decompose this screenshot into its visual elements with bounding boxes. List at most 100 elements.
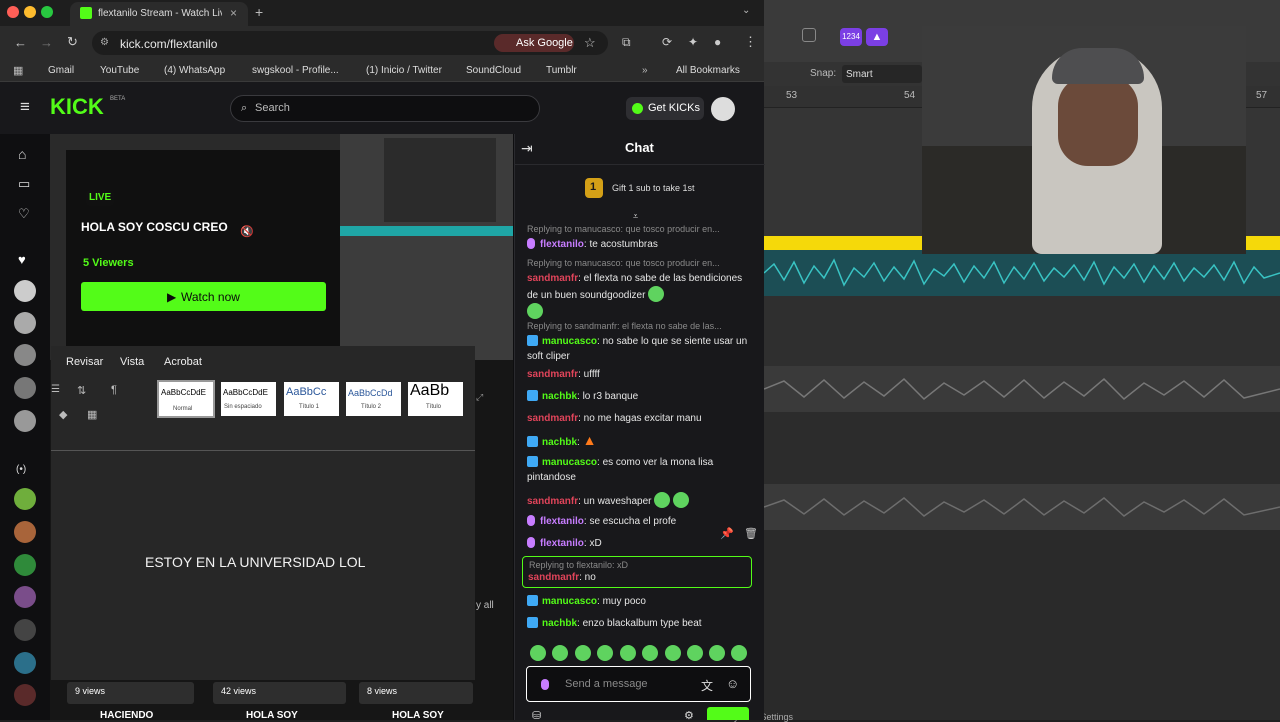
- chat-username[interactable]: flextanilo: [540, 538, 584, 549]
- gift-icon[interactable]: ⛁: [532, 709, 541, 722]
- style-normal[interactable]: AaBbCcDdE Normal: [157, 380, 215, 418]
- search-input[interactable]: ⌕ Search: [230, 95, 540, 122]
- pilcrow-icon[interactable]: ¶: [111, 384, 117, 396]
- chat-username[interactable]: sandmanfr: [528, 572, 579, 583]
- muted-speaker-icon[interactable]: 🔇: [240, 225, 254, 238]
- all-bookmarks[interactable]: All Bookmarks: [676, 65, 740, 76]
- video-thumb-1[interactable]: 9 views: [67, 682, 194, 704]
- live-channel-avatar-5[interactable]: [14, 619, 36, 641]
- menu-dots-icon[interactable]: ⋮: [744, 34, 757, 50]
- snap-select[interactable]: Smart: [842, 65, 922, 83]
- chat-message[interactable]: flextanilo: se escucha el profe: [527, 514, 752, 529]
- close-window-button[interactable]: [7, 6, 19, 18]
- fill-color-icon[interactable]: ◆: [59, 408, 67, 421]
- bookmark-tumblr[interactable]: Tumblr: [546, 65, 577, 76]
- user-avatar[interactable]: [711, 97, 735, 121]
- emote-8-icon[interactable]: [687, 645, 703, 661]
- live-channel-avatar-4[interactable]: [14, 586, 36, 608]
- live-channel-avatar-3[interactable]: [14, 554, 36, 576]
- star-icon[interactable]: ☆: [584, 35, 596, 51]
- chat-username[interactable]: sandmanfr: [527, 273, 578, 284]
- back-icon[interactable]: ←: [14, 35, 27, 50]
- chat-username[interactable]: sandmanfr: [527, 413, 578, 424]
- chat-username[interactable]: sandmanfr: [527, 496, 578, 507]
- followed-channel-avatar-1[interactable]: [14, 280, 36, 302]
- emote-4-icon[interactable]: [597, 645, 613, 661]
- chat-message[interactable]: sandmanfr: uffff: [527, 367, 752, 382]
- apps-grid-icon[interactable]: ▦: [13, 64, 23, 77]
- chat-message[interactable]: Replying to manucasco: que tosco produci…: [527, 222, 752, 252]
- kick-logo[interactable]: KICK: [50, 94, 104, 120]
- live-channel-avatar-1[interactable]: [14, 488, 36, 510]
- chat-message[interactable]: nachbk: enzo blackalbum type beat: [527, 616, 752, 631]
- chat-send-button[interactable]: [707, 707, 749, 720]
- view-all-link[interactable]: y all: [476, 600, 494, 611]
- chat-username[interactable]: sandmanfr: [527, 369, 578, 380]
- gift-sub-text[interactable]: Gift 1 sub to take 1st: [612, 183, 695, 193]
- chat-message[interactable]: manucasco: es como ver la mona lisa pint…: [527, 455, 752, 485]
- track-lane-2[interactable]: [764, 296, 1280, 366]
- audio-region-gray-1[interactable]: [763, 366, 1280, 412]
- bookmark-twitter[interactable]: (1) Inicio / Twitter: [366, 65, 442, 76]
- browse-icon[interactable]: ▭: [18, 176, 30, 192]
- bookmark-soundcloud[interactable]: SoundCloud: [466, 65, 521, 76]
- settings-gear-icon[interactable]: ⚙: [684, 709, 694, 722]
- thumb-title[interactable]: HOLA SOY: [392, 710, 444, 721]
- followed-channel-avatar-5[interactable]: [14, 410, 36, 432]
- pinned-arrow-icon[interactable]: ⩡: [633, 211, 638, 222]
- followed-channel-avatar-2[interactable]: [14, 312, 36, 334]
- chat-message[interactable]: Replying to manucasco: que tosco produci…: [527, 256, 752, 320]
- chat-message[interactable]: manucasco: muy poco: [527, 594, 752, 609]
- followed-channel-avatar-3[interactable]: [14, 344, 36, 366]
- ask-google-button[interactable]: Ask Google: [494, 34, 574, 52]
- emote-9-icon[interactable]: [709, 645, 725, 661]
- chevron-down-icon[interactable]: ⌄: [742, 5, 750, 16]
- tab-kick[interactable]: flextanilo Stream - Watch Live ×: [70, 2, 248, 26]
- chat-username[interactable]: manucasco: [542, 336, 597, 347]
- chat-message[interactable]: Replying to sandmanfr: el flexta no sabe…: [527, 319, 752, 364]
- chat-input[interactable]: Send a message 文 ☺: [526, 666, 751, 702]
- translate-icon[interactable]: 文: [701, 677, 713, 694]
- bookmark-whatsapp[interactable]: (4) WhatsApp: [164, 65, 225, 76]
- video-thumb-3[interactable]: 8 views: [359, 682, 473, 704]
- bookmark-gmail[interactable]: Gmail: [48, 65, 74, 76]
- track-lane-4[interactable]: [764, 530, 1280, 720]
- forward-icon[interactable]: →: [40, 35, 53, 50]
- emoji-icon[interactable]: ☺: [726, 676, 739, 691]
- borders-icon[interactable]: ▦: [87, 408, 97, 421]
- live-channel-avatar-6[interactable]: [14, 652, 36, 674]
- list-icon[interactable]: ☰: [51, 384, 60, 395]
- following-icon[interactable]: ♡: [18, 206, 30, 222]
- chat-message[interactable]: sandmanfr: no me hagas excitar manu: [527, 411, 752, 426]
- reply-highlight-box[interactable]: Replying to flextanilo: xD sandmanfr: no: [522, 556, 752, 588]
- more-bookmarks-icon[interactable]: »: [642, 65, 648, 76]
- chat-username[interactable]: manucasco: [542, 457, 597, 468]
- chat-username[interactable]: flextanilo: [540, 516, 584, 527]
- sort-icon[interactable]: ⇅: [77, 384, 86, 397]
- document-text[interactable]: ESTOY EN LA UNIVERSIDAD LOL: [145, 554, 365, 570]
- word-tab-revisar[interactable]: Revisar: [66, 356, 103, 368]
- trash-icon[interactable]: 🗑: [744, 527, 758, 540]
- chat-username[interactable]: nachbk: [542, 437, 577, 448]
- address-bar[interactable]: ⚙ kick.com/flextanilo Ask Google ☆: [92, 31, 608, 55]
- chat-username[interactable]: nachbk: [542, 618, 577, 629]
- profile-icon[interactable]: ●: [714, 35, 721, 49]
- word-tab-acrobat[interactable]: Acrobat: [164, 356, 202, 368]
- chat-username[interactable]: flextanilo: [540, 239, 584, 250]
- maximize-window-button[interactable]: [41, 6, 53, 18]
- video-thumb-2[interactable]: 42 views: [213, 682, 346, 704]
- emote-10-icon[interactable]: [731, 645, 747, 661]
- emote-2-icon[interactable]: [552, 645, 568, 661]
- expand-icon[interactable]: ⤢: [476, 392, 483, 403]
- emote-3-icon[interactable]: [575, 645, 591, 661]
- bookmark-youtube[interactable]: YouTube: [100, 65, 139, 76]
- sync-icon[interactable]: ⟳: [662, 35, 672, 49]
- reload-icon[interactable]: ↻: [67, 34, 78, 50]
- metronome-icon[interactable]: ▲: [866, 28, 888, 46]
- s-icon[interactable]: [802, 28, 816, 42]
- emote-1-icon[interactable]: [530, 645, 546, 661]
- thumb-title[interactable]: HACIENDO: [100, 710, 153, 721]
- chat-username[interactable]: nachbk: [542, 391, 577, 402]
- counter-button[interactable]: 1234: [840, 28, 862, 46]
- hamburger-menu-icon[interactable]: ≡: [20, 97, 30, 117]
